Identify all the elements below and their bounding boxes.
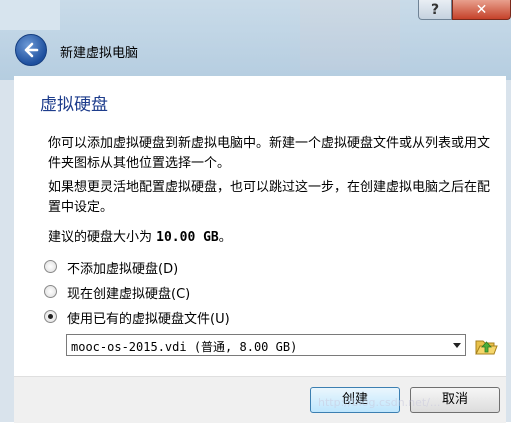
option-label: 使用已有的虚拟硬盘文件(U): [67, 312, 230, 327]
wizard-title: 新建虚拟电脑: [60, 46, 139, 61]
recommended-size-suffix: 。: [218, 230, 232, 245]
background-window-fragment: [300, 0, 400, 70]
page-title: 虚拟硬盘: [40, 95, 108, 115]
recommended-size-prefix: 建议的硬盘大小为: [48, 230, 157, 245]
folder-open-icon: [475, 340, 498, 355]
window-border-left: [0, 80, 14, 422]
option-label: 不添加虚拟硬盘(D): [67, 262, 179, 277]
disk-file-value: mooc-os-2015.vdi (普通, 8.00 GB): [71, 340, 298, 354]
radio-button[interactable]: [44, 260, 57, 273]
window-border-right: [506, 80, 511, 422]
description-paragraph: 你可以添加虚拟硬盘到新虚拟电脑中。新建一个虚拟硬盘文件或从列表或用文件夹图标从其…: [48, 136, 491, 171]
back-button[interactable]: [15, 34, 47, 66]
back-arrow-icon: [24, 42, 39, 58]
description-paragraph: 如果想更灵活地配置虚拟硬盘，也可以跳过这一步，在创建虚拟电脑之后在配置中设定。: [48, 180, 491, 215]
recommended-size-text: 建议的硬盘大小为 10.00 GB。: [48, 226, 232, 245]
radio-button-selected[interactable]: [44, 310, 57, 323]
chevron-down-icon[interactable]: [453, 343, 461, 348]
background-window-fragment: [0, 0, 60, 30]
recommended-size-value: 10.00 GB: [156, 230, 219, 245]
option-label: 现在创建虚拟硬盘(C): [67, 287, 191, 302]
radio-button[interactable]: [44, 285, 57, 298]
disk-file-select[interactable]: mooc-os-2015.vdi (普通, 8.00 GB): [66, 334, 466, 356]
choose-disk-file-button[interactable]: [474, 334, 498, 358]
watermark: http://blog.csdn.net/...: [318, 396, 441, 409]
close-button[interactable]: ✕: [452, 0, 511, 20]
help-button[interactable]: ?: [418, 0, 452, 20]
